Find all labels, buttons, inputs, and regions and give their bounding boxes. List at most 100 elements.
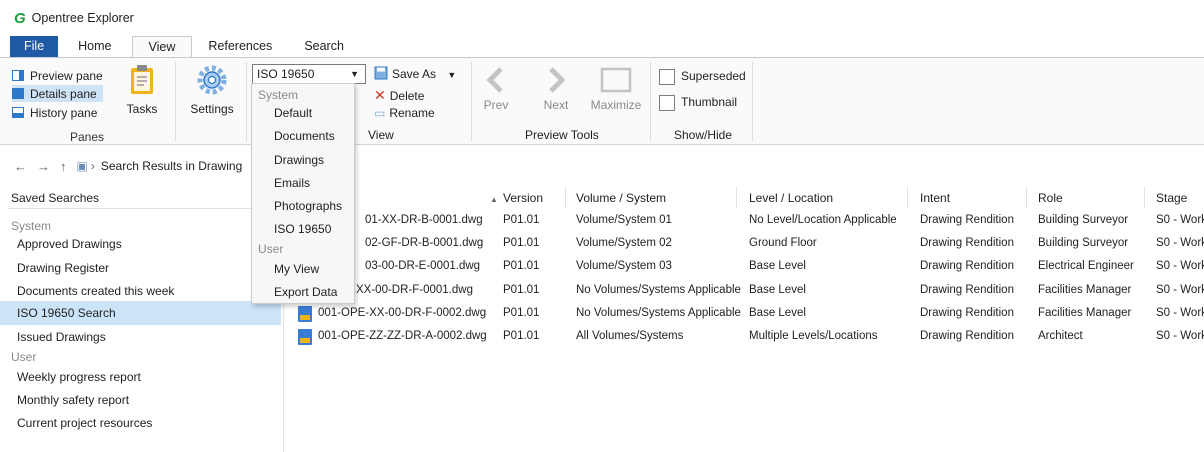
superseded-checkbox-box[interactable]: [659, 69, 675, 85]
table-row[interactable]: 01-XX-DR-B-0001.dwg P01.01 Volume/System…: [287, 210, 1204, 233]
thumbnail-checkbox-box[interactable]: [659, 95, 675, 111]
details-pane-button[interactable]: Details pane: [12, 85, 103, 102]
tab-file[interactable]: File: [10, 36, 59, 58]
column-divider[interactable]: [1026, 186, 1027, 208]
app-logo-icon: G: [14, 9, 26, 27]
column-header-volume[interactable]: Volume / System: [576, 191, 666, 205]
cell-volume: All Volumes/Systems: [576, 330, 684, 342]
save-as-icon: [374, 66, 388, 80]
show-hide-group-label: Show/Hide: [674, 128, 733, 142]
table-row[interactable]: 02-GF-DR-B-0001.dwg P01.01 Volume/System…: [287, 233, 1204, 256]
settings-gear-icon: [197, 65, 227, 95]
delete-button[interactable]: ✕ Delete: [374, 87, 424, 104]
column-divider[interactable]: [565, 186, 566, 208]
cell-name: 03-00-DR-E-0001.dwg: [365, 260, 481, 272]
cell-version: P01.01: [503, 260, 540, 272]
cell-name: 001-OPE-ZZ-ZZ-DR-A-0002.dwg: [318, 330, 487, 342]
saved-search-documents-this-week[interactable]: Documents created this week: [0, 279, 281, 303]
column-divider[interactable]: [736, 186, 737, 208]
thumbnail-checkbox[interactable]: Thumbnail: [659, 95, 737, 111]
cell-stage: S0 - Work: [1156, 214, 1204, 226]
rename-label: Rename: [389, 106, 435, 120]
table-row[interactable]: XX-00-DR-F-0001.dwg P01.01 No Volumes/Sy…: [287, 280, 1204, 303]
dropdown-item-photographs[interactable]: Photographs: [274, 199, 342, 213]
thumbnail-label: Thumbnail: [681, 95, 738, 110]
table-row[interactable]: 001-OPE-XX-00-DR-F-0002.dwg P01.01 No Vo…: [287, 303, 1204, 326]
view-selector-combo[interactable]: ISO 19650 ▼: [252, 64, 366, 84]
column-header-level[interactable]: Level / Location: [749, 191, 833, 205]
column-header-version[interactable]: Version: [503, 191, 543, 205]
cell-name: 02-GF-DR-B-0001.dwg: [365, 237, 484, 249]
dropdown-item-iso-19650[interactable]: ISO 19650: [274, 222, 331, 236]
column-header-role[interactable]: Role: [1038, 191, 1063, 205]
dropdown-system-header: System: [258, 88, 299, 102]
saved-search-project-resources[interactable]: Current project resources: [0, 411, 281, 435]
view-dropdown-menu: System Default Documents Drawings Emails…: [251, 83, 355, 304]
ribbon-separator: [752, 62, 753, 142]
save-as-chevron-down-icon[interactable]: ▼: [447, 70, 456, 80]
superseded-checkbox[interactable]: Superseded: [659, 69, 746, 85]
saved-search-issued-drawings[interactable]: Issued Drawings: [0, 325, 281, 349]
saved-search-weekly-progress[interactable]: Weekly progress report: [0, 365, 281, 389]
saved-search-approved-drawings[interactable]: Approved Drawings: [0, 232, 281, 256]
save-as-label: Save As: [392, 67, 437, 81]
ribbon-separator: [175, 62, 176, 142]
chevron-down-icon[interactable]: ▼: [350, 65, 359, 83]
cell-level: Base Level: [749, 260, 806, 272]
tasks-clipboard-icon: [131, 65, 153, 94]
tab-home[interactable]: Home: [58, 36, 131, 58]
cell-role: Architect: [1038, 330, 1083, 342]
dropdown-item-my-view[interactable]: My View: [274, 262, 319, 276]
cell-role: Facilities Manager: [1038, 307, 1132, 319]
cell-intent: Drawing Rendition: [920, 284, 1014, 296]
rename-button[interactable]: ▭ Rename: [374, 106, 435, 120]
superseded-label: Superseded: [681, 69, 746, 84]
cell-stage: S0 - Work: [1156, 237, 1204, 249]
preview-pane-button[interactable]: Preview pane: [12, 67, 109, 84]
cell-stage: S0 - Work: [1156, 260, 1204, 272]
column-header-intent[interactable]: Intent: [920, 191, 950, 205]
next-button[interactable]: Next: [540, 66, 572, 112]
rename-icon: ▭: [374, 106, 386, 120]
dropdown-item-default[interactable]: Default: [274, 106, 312, 120]
maximize-label: Maximize: [590, 98, 642, 112]
maximize-button[interactable]: Maximize: [588, 66, 644, 112]
dropdown-item-drawings[interactable]: Drawings: [274, 153, 324, 167]
cell-version: P01.01: [503, 214, 540, 226]
saved-search-monthly-safety[interactable]: Monthly safety report: [0, 388, 281, 412]
cell-level: Ground Floor: [749, 237, 817, 249]
dropdown-item-emails[interactable]: Emails: [274, 176, 310, 190]
up-arrow-icon[interactable]: ↑: [60, 159, 67, 174]
dropdown-item-export-data[interactable]: Export Data: [274, 285, 337, 299]
tab-search[interactable]: Search: [288, 36, 360, 58]
search-folder-icon: ▣: [76, 159, 88, 173]
delete-x-icon: ✕: [374, 87, 386, 103]
saved-search-iso-19650[interactable]: ISO 19650 Search: [0, 301, 281, 325]
table-row[interactable]: 001-OPE-ZZ-ZZ-DR-A-0002.dwg P01.01 All V…: [287, 326, 1204, 349]
saved-search-drawing-register[interactable]: Drawing Register: [0, 256, 281, 280]
forward-arrow-icon[interactable]: →: [37, 159, 50, 174]
ribbon-separator: [246, 62, 247, 142]
preview-pane-icon: [12, 70, 24, 81]
cell-intent: Drawing Rendition: [920, 260, 1014, 272]
history-pane-button[interactable]: History pane: [12, 104, 103, 121]
tab-references[interactable]: References: [192, 36, 288, 58]
dropdown-item-documents[interactable]: Documents: [274, 129, 335, 143]
tab-view[interactable]: View: [131, 36, 193, 58]
cell-stage: S0 - Work: [1156, 307, 1204, 319]
prev-button[interactable]: Prev: [482, 66, 510, 112]
delete-label: Delete: [389, 89, 425, 103]
column-divider[interactable]: [907, 186, 908, 208]
panes-group: Preview pane Details pane History pane T…: [0, 58, 174, 146]
back-arrow-icon[interactable]: ←: [14, 159, 27, 174]
breadcrumb[interactable]: Search Results in Drawing: [101, 159, 242, 173]
save-as-button[interactable]: Save As ▼: [374, 66, 456, 81]
cell-intent: Drawing Rendition: [920, 330, 1014, 342]
column-divider[interactable]: [1144, 186, 1145, 208]
settings-button[interactable]: Settings: [184, 64, 240, 116]
ribbon: Preview pane Details pane History pane T…: [0, 57, 1204, 145]
table-row[interactable]: 03-00-DR-E-0001.dwg P01.01 Volume/System…: [287, 256, 1204, 279]
column-header-stage[interactable]: Stage: [1156, 191, 1187, 205]
tasks-button[interactable]: Tasks: [122, 64, 162, 116]
panes-group-label: Panes: [69, 130, 105, 144]
